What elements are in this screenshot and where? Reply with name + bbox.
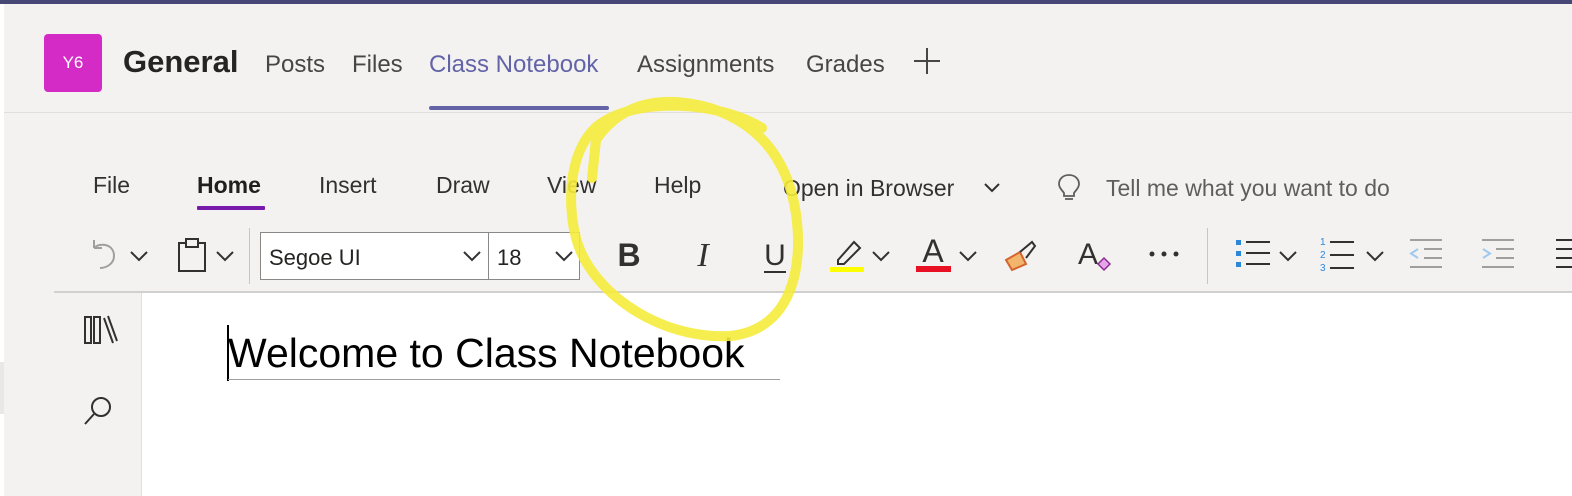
highlighter-icon[interactable] — [828, 236, 868, 274]
svg-text:2: 2 — [1320, 250, 1326, 261]
highlight-color-chevron-icon[interactable] — [870, 249, 892, 263]
paste-dropdown-chevron-icon[interactable] — [214, 249, 236, 263]
team-avatar[interactable]: Y6 — [44, 34, 102, 92]
font-color-icon[interactable]: A — [914, 234, 954, 274]
svg-text:B: B — [617, 237, 640, 273]
notebook-page[interactable]: Welcome to Class Notebook — [142, 293, 1572, 496]
active-tab-indicator — [429, 106, 609, 110]
undo-icon[interactable] — [86, 236, 122, 272]
increase-indent-icon[interactable] — [1478, 236, 1518, 272]
numbered-list-chevron-icon[interactable] — [1364, 249, 1386, 263]
font-name-value: Segoe UI — [269, 245, 361, 270]
open-in-browser-button[interactable]: Open in Browser — [783, 175, 954, 202]
ribbon-tab-view[interactable]: View — [547, 172, 596, 199]
ribbon-divider-2 — [1207, 228, 1208, 284]
decrease-indent-icon[interactable] — [1406, 236, 1446, 272]
align-icon[interactable] — [1550, 236, 1572, 272]
format-painter-icon[interactable] — [1002, 238, 1038, 274]
search-icon[interactable] — [82, 393, 116, 427]
lightbulb-icon — [1058, 174, 1080, 200]
font-color-chevron-icon[interactable] — [957, 249, 979, 263]
italic-icon[interactable]: I — [686, 236, 720, 274]
svg-text:A: A — [922, 234, 944, 269]
font-size-chevron-icon[interactable] — [553, 249, 575, 263]
ribbon-tab-file[interactable]: File — [93, 172, 130, 199]
svg-text:1: 1 — [1320, 237, 1326, 248]
svg-text:A: A — [1078, 238, 1098, 271]
font-size-value[interactable]: 18 — [497, 245, 521, 271]
bold-icon[interactable]: B — [612, 236, 646, 274]
notebooks-icon[interactable] — [82, 313, 118, 347]
ribbon-tab-home[interactable]: Home — [197, 172, 261, 199]
tab-class-notebook[interactable]: Class Notebook — [429, 51, 598, 79]
ribbon-divider — [249, 228, 250, 284]
clipboard-icon[interactable] — [176, 236, 208, 274]
channel-header: Y6 General Posts Files Class Notebook As… — [4, 4, 1572, 113]
underline-icon[interactable]: U — [758, 236, 792, 276]
tab-posts[interactable]: Posts — [265, 51, 325, 79]
tell-me-search[interactable]: Tell me what you want to do — [1106, 175, 1390, 202]
page-title[interactable]: Welcome to Class Notebook — [228, 331, 780, 380]
svg-text:3: 3 — [1320, 263, 1326, 274]
undo-dropdown-chevron-icon[interactable] — [128, 249, 150, 263]
bullet-list-icon[interactable] — [1234, 236, 1274, 272]
more-options-icon[interactable] — [1146, 246, 1182, 262]
channel-name: General — [123, 44, 239, 79]
tab-assignments[interactable]: Assignments — [637, 51, 774, 79]
ribbon-tab-insert[interactable]: Insert — [319, 172, 377, 199]
font-name-chevron-icon[interactable] — [461, 249, 483, 263]
tab-files[interactable]: Files — [352, 51, 403, 79]
ribbon-tab-draw[interactable]: Draw — [436, 172, 490, 199]
notebook-left-rail — [54, 293, 142, 496]
chevron-down-icon[interactable] — [982, 181, 1002, 195]
ribbon-active-indicator — [197, 206, 265, 210]
clear-formatting-icon[interactable]: A — [1074, 234, 1114, 274]
font-picker[interactable]: Segoe UI 18 — [260, 232, 580, 280]
svg-text:I: I — [696, 237, 710, 274]
bullet-list-chevron-icon[interactable] — [1277, 249, 1299, 263]
left-edge-indicator — [0, 362, 4, 414]
open-in-browser-label: Open in Browser — [783, 175, 955, 201]
numbered-list-icon[interactable]: 1 2 3 — [1318, 234, 1358, 274]
plus-icon[interactable] — [912, 46, 942, 76]
tab-grades[interactable]: Grades — [806, 51, 885, 79]
ribbon-tab-help[interactable]: Help — [654, 172, 701, 199]
svg-text:U: U — [764, 239, 786, 272]
font-size-divider — [488, 233, 489, 279]
